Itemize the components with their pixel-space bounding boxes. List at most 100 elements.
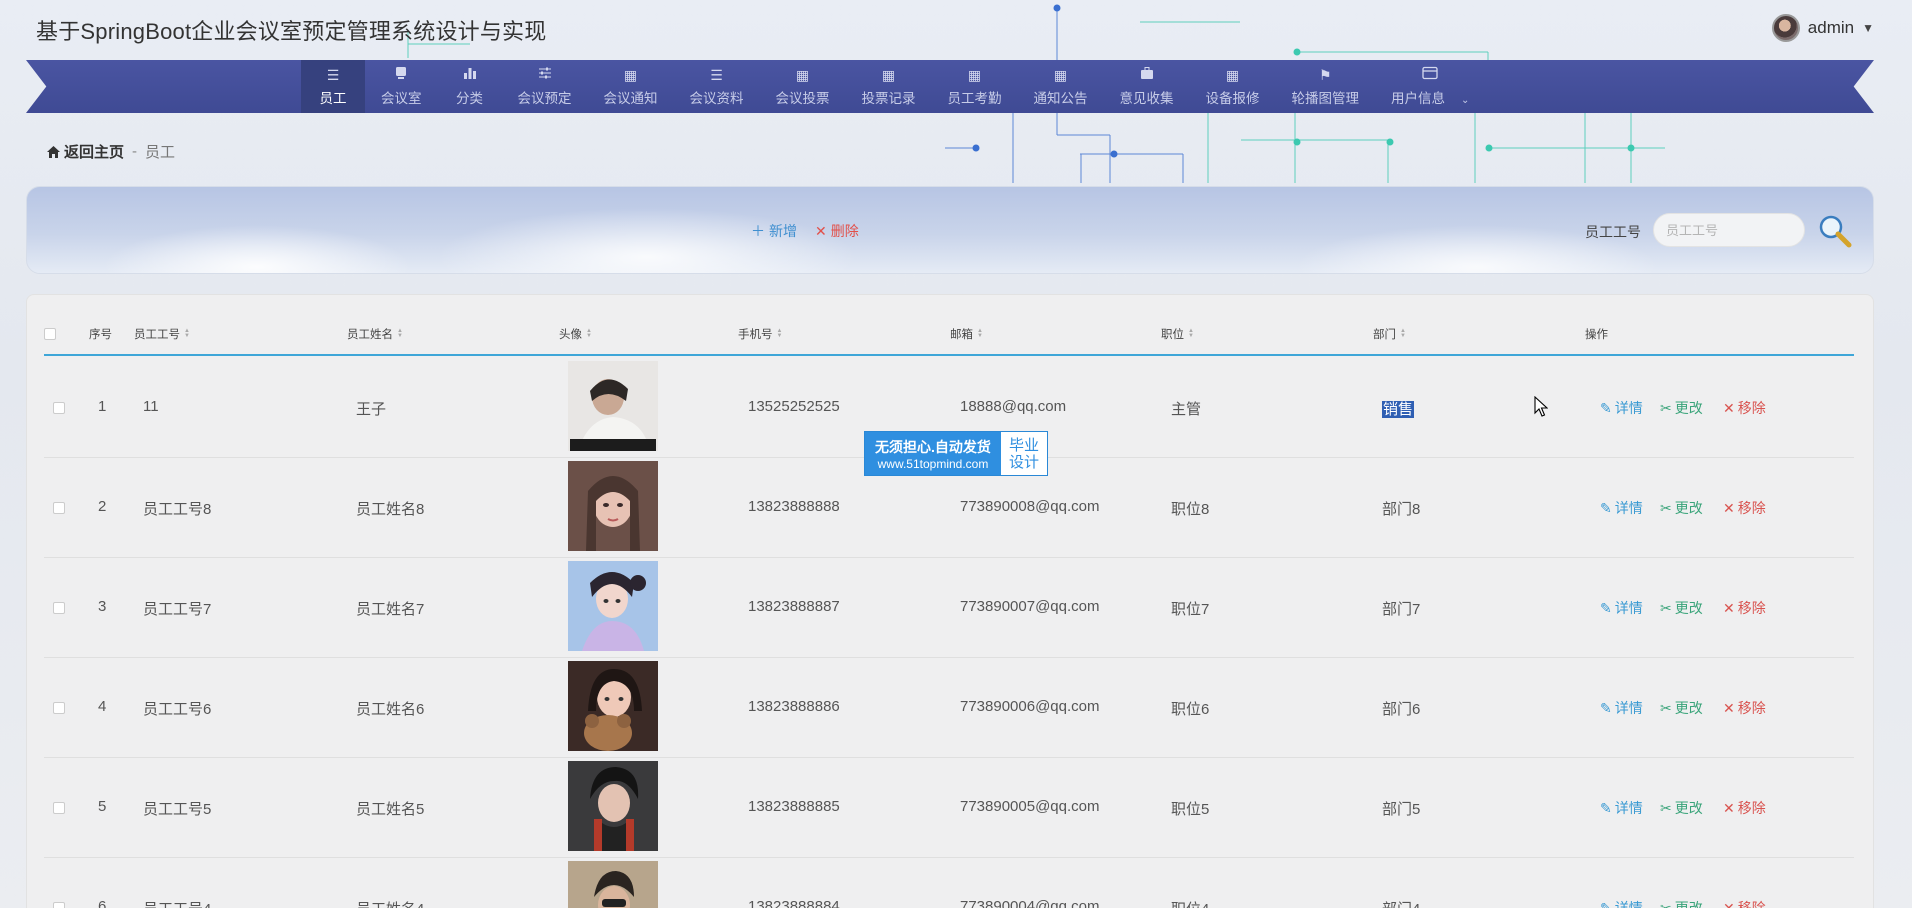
row-checkbox[interactable]	[53, 901, 65, 908]
edit-label: 更改	[1674, 500, 1703, 516]
watermark-left: 无须担心.自动发货 www.51topmind.com	[865, 432, 1001, 475]
edit-button[interactable]: ✂ 更改	[1660, 898, 1703, 908]
select-all-checkbox[interactable]	[44, 328, 56, 340]
detail-button[interactable]: ✎ 详情	[1600, 398, 1643, 418]
cell-position: 职位4	[1171, 898, 1209, 908]
detail-button[interactable]: ✎ 详情	[1600, 798, 1643, 818]
nav-item-vote[interactable]: ▦ 会议投票	[760, 60, 846, 113]
cell-phone: 13525252525	[748, 398, 840, 415]
column-label: 部门	[1373, 329, 1396, 341]
detail-icon: ✎	[1600, 899, 1612, 908]
edit-button[interactable]: ✂ 更改	[1660, 398, 1703, 418]
column-header-emp-no[interactable]: 员工工号 ▲ ▼	[134, 326, 190, 342]
mouse-pointer-icon	[1534, 396, 1548, 417]
sort-icon: ▲ ▼	[977, 328, 983, 339]
column-header-name[interactable]: 员工姓名 ▲ ▼	[347, 326, 403, 342]
nav-item-announcement[interactable]: ▦ 通知公告	[1018, 60, 1104, 113]
checkbox[interactable]	[53, 502, 65, 514]
checkbox[interactable]	[44, 328, 56, 340]
avatar-image[interactable]	[568, 861, 658, 908]
table-row[interactable]: 6 员工工号4 员工姓名4 13823888884 773890004@qq.c…	[44, 858, 1854, 908]
breadcrumb-home[interactable]: 返回主页	[46, 141, 124, 162]
column-header-email[interactable]: 邮箱 ▲ ▼	[950, 326, 983, 342]
nav-item-attendance[interactable]: ▦ 员工考勤	[932, 60, 1018, 113]
edit-button[interactable]: ✂ 更改	[1660, 698, 1703, 718]
remove-button[interactable]: ✕ 移除	[1723, 798, 1766, 818]
nav-item-feedback[interactable]: 意见收集	[1104, 60, 1190, 113]
user-menu[interactable]: admin ▼	[1771, 14, 1874, 42]
avatar-image[interactable]	[568, 361, 658, 451]
nav-item-user-info[interactable]: 用户信息 ⌄	[1375, 60, 1485, 113]
app-title: 基于SpringBoot企业会议室预定管理系统设计与实现	[36, 19, 547, 44]
checkbox[interactable]	[53, 902, 65, 908]
close-icon: ✕	[1723, 899, 1735, 908]
table-row[interactable]: 5 员工工号5 员工姓名5 13823888885 773890005@qq.c…	[44, 758, 1854, 858]
breadcrumb-current: 员工	[145, 144, 176, 161]
row-checkbox[interactable]	[53, 601, 65, 618]
column-header-phone[interactable]: 手机号 ▲ ▼	[738, 326, 782, 342]
avatar-image[interactable]	[568, 761, 658, 851]
table-row[interactable]: 4 员工工号6 员工姓名6 13823888886 773890006@qq.c…	[44, 658, 1854, 758]
nav-item-employee[interactable]: ☰ 员工	[301, 60, 365, 113]
wrench-icon: ✂	[1660, 499, 1672, 516]
remove-button[interactable]: ✕ 移除	[1723, 898, 1766, 908]
remove-button[interactable]: ✕ 移除	[1723, 398, 1766, 418]
table-row[interactable]: 3 员工工号7 员工姓名7 13823888887 773890007@qq.c…	[44, 558, 1854, 658]
checkbox[interactable]	[53, 602, 65, 614]
avatar	[1771, 14, 1800, 42]
close-icon: ✕	[1723, 499, 1735, 516]
remove-button[interactable]: ✕ 移除	[1723, 498, 1766, 518]
avatar-image[interactable]	[568, 561, 658, 651]
remove-label: 移除	[1737, 600, 1766, 616]
close-icon: ✕	[1723, 599, 1735, 616]
cell-name: 王子	[356, 401, 387, 418]
detail-button[interactable]: ✎ 详情	[1600, 898, 1643, 908]
detail-button[interactable]: ✎ 详情	[1600, 498, 1643, 518]
edit-label: 更改	[1674, 900, 1703, 908]
nav-item-notice[interactable]: ▦ 会议通知	[588, 60, 674, 113]
edit-label: 更改	[1674, 800, 1703, 816]
nav-item-meeting-room[interactable]: 会议室	[365, 60, 438, 113]
nav-item-carousel[interactable]: ⚑ 轮播图管理	[1276, 60, 1376, 113]
detail-button[interactable]: ✎ 详情	[1600, 698, 1643, 718]
remove-button[interactable]: ✕ 移除	[1723, 598, 1766, 618]
remove-button[interactable]: ✕ 移除	[1723, 698, 1766, 718]
edit-button[interactable]: ✂ 更改	[1660, 798, 1703, 818]
checkbox[interactable]	[53, 702, 65, 714]
row-checkbox[interactable]	[53, 501, 65, 518]
column-header-dept[interactable]: 部门 ▲ ▼	[1373, 326, 1406, 342]
detail-button[interactable]: ✎ 详情	[1600, 598, 1643, 618]
avatar-image[interactable]	[568, 461, 658, 551]
nav-item-category[interactable]: 分类	[438, 60, 502, 113]
checkbox[interactable]	[53, 802, 65, 814]
nav-item-vote-records[interactable]: ▦ 投票记录	[846, 60, 932, 113]
column-header-actions: 操作	[1585, 326, 1608, 342]
cell-position: 职位6	[1171, 701, 1210, 718]
detail-label: 详情	[1614, 500, 1643, 516]
row-checkbox[interactable]	[53, 801, 65, 818]
column-label: 员工工号	[134, 329, 180, 341]
sliders-icon	[538, 66, 552, 84]
nav-item-label: 会议资料	[689, 91, 744, 106]
row-checkbox[interactable]	[53, 401, 65, 418]
add-button[interactable]: ＋ 新增	[751, 221, 797, 241]
nav-item-repair[interactable]: ▦ 设备报修	[1190, 60, 1276, 113]
cell-phone: 13823888884	[748, 898, 840, 908]
cell-dept: 部门4	[1382, 898, 1420, 908]
column-label: 手机号	[738, 329, 773, 341]
search-button[interactable]	[1817, 213, 1853, 249]
column-header-position[interactable]: 职位 ▲ ▼	[1161, 326, 1194, 342]
edit-button[interactable]: ✂ 更改	[1660, 498, 1703, 518]
remove-label: 移除	[1737, 500, 1766, 516]
edit-button[interactable]: ✂ 更改	[1660, 598, 1703, 618]
checkbox[interactable]	[53, 402, 65, 414]
nav-item-materials[interactable]: ☰ 会议资料	[674, 60, 760, 113]
nav-item-booking[interactable]: 会议预定	[502, 60, 588, 113]
avatar-image[interactable]	[568, 661, 658, 751]
delete-button[interactable]: ✕ 删除	[815, 221, 859, 241]
search-input[interactable]	[1653, 213, 1805, 247]
row-checkbox[interactable]	[53, 701, 65, 718]
column-header-avatar[interactable]: 头像 ▲ ▼	[559, 326, 592, 342]
column-label: 邮箱	[950, 329, 973, 341]
cell-index: 2	[98, 498, 107, 515]
